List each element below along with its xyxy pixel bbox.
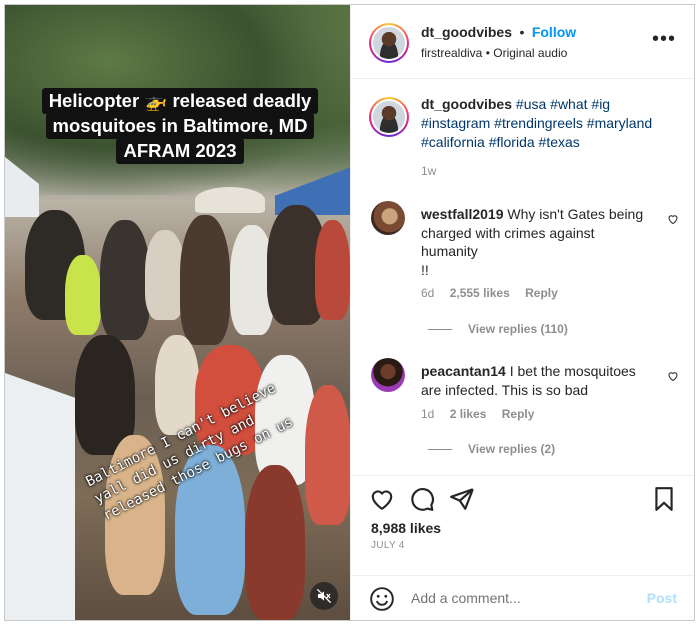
view-replies-button[interactable]: View replies (2) (428, 442, 555, 456)
headline-line: AFRAM 2023 (116, 138, 244, 164)
video-headline-overlay: Helicopter 🚁 released deadly mosquitoes … (38, 88, 322, 164)
hashtag-link[interactable]: #ig (591, 96, 610, 112)
comment-body-line: !! (421, 261, 429, 278)
comment-icon[interactable] (409, 486, 435, 512)
comment-body-line: I bet the mosquitoes (509, 363, 636, 379)
add-comment-bar: Post (351, 575, 694, 620)
white-umbrella (195, 187, 265, 213)
heart-icon[interactable] (369, 486, 395, 512)
comment-body-line: charged with crimes against (421, 224, 595, 241)
hashtag-link[interactable]: #florida (489, 134, 535, 150)
post-header: dt_goodvibes • Follow firstrealdiva • Or… (351, 5, 694, 79)
crowd-figure (180, 215, 230, 345)
comment-likes[interactable]: 2 likes (450, 407, 487, 421)
commenter-username[interactable]: peacantan14 (421, 363, 506, 379)
crowd-figure (145, 230, 185, 320)
crowd-figure (245, 465, 305, 620)
reply-button[interactable]: Reply (502, 407, 535, 421)
post-dialog: Helicopter 🚁 released deadly mosquitoes … (4, 4, 695, 621)
caption-username[interactable]: dt_goodvibes (421, 96, 512, 112)
crowd-figure (100, 220, 150, 340)
hashtag-link[interactable]: #texas (539, 134, 580, 150)
crowd-figure (315, 220, 350, 320)
comment-time[interactable]: 6d (421, 286, 434, 300)
follow-button[interactable]: Follow (532, 24, 576, 40)
post-comment-button[interactable]: Post (647, 590, 677, 606)
audio-label: Original audio (493, 46, 568, 60)
comment-like-heart-icon[interactable] (667, 213, 679, 225)
comment-text: peacantan14 I bet the mosquitoes are inf… (421, 362, 657, 399)
comment-time[interactable]: 1d (421, 407, 434, 421)
emoji-icon[interactable] (369, 586, 395, 612)
caption-text: dt_goodvibes #usa #what #ig #instagram #… (421, 95, 681, 181)
author-username[interactable]: dt_goodvibes (421, 24, 512, 40)
speaker-muted-icon (316, 588, 332, 604)
commenter-avatar[interactable] (371, 201, 405, 235)
separator-dot: • (485, 46, 490, 60)
comment-meta: 6d 2,555 likes Reply (421, 286, 570, 300)
share-icon[interactable] (449, 486, 475, 512)
headline-line: mosquitoes in Baltimore, MD (45, 113, 315, 139)
avatar-image (373, 101, 405, 133)
more-options-icon[interactable]: ••• (652, 29, 676, 49)
audio-attribution[interactable]: firstrealdiva • Original audio (421, 46, 567, 60)
commenter-username[interactable]: westfall2019 (421, 206, 504, 222)
post-side-panel: dt_goodvibes • Follow firstrealdiva • Or… (350, 5, 694, 620)
hashtag-link[interactable]: #what (550, 96, 587, 112)
reel-video[interactable]: Helicopter 🚁 released deadly mosquitoes … (5, 5, 350, 620)
author-avatar[interactable] (369, 23, 409, 63)
bookmark-icon[interactable] (651, 486, 677, 512)
crowd-figure (65, 255, 101, 335)
comment-meta: 1d 2 likes Reply (421, 407, 546, 421)
mute-toggle-button[interactable] (310, 582, 338, 610)
comment-body-line: humanity (421, 243, 478, 259)
caption-time[interactable]: 1w (421, 162, 681, 181)
likes-count[interactable]: 8,988 likes (371, 520, 441, 536)
comment-body-line: Why isn't Gates being (507, 206, 644, 222)
headline-line: Helicopter 🚁 released deadly (41, 88, 319, 114)
comment-text: westfall2019 Why isn't Gates being charg… (421, 205, 657, 279)
reply-button[interactable]: Reply (525, 286, 558, 300)
caption-author-avatar[interactable] (369, 97, 409, 137)
hashtag-link[interactable]: #instagram (421, 115, 490, 131)
post-actions: 8,988 likes JULY 4 (351, 475, 694, 575)
avatar-image (373, 27, 405, 59)
view-replies-button[interactable]: View replies (110) (428, 322, 568, 336)
audio-owner: firstrealdiva (421, 46, 483, 60)
post-date[interactable]: JULY 4 (371, 540, 405, 551)
comment-body-line: are infected. This is so bad (421, 381, 589, 398)
hashtag-link[interactable]: #trendingreels (494, 115, 583, 131)
comment-likes[interactable]: 2,555 likes (450, 286, 510, 300)
comment-input[interactable] (411, 587, 631, 609)
comment-like-heart-icon[interactable] (667, 370, 679, 382)
hashtag-link[interactable]: #maryland (587, 115, 652, 131)
separator-dot: • (519, 24, 525, 40)
hashtag-link[interactable]: #usa (516, 96, 546, 112)
hashtag-link[interactable]: #california (421, 134, 485, 150)
white-tent-bottom-left (5, 373, 75, 620)
commenter-avatar[interactable] (371, 358, 405, 392)
